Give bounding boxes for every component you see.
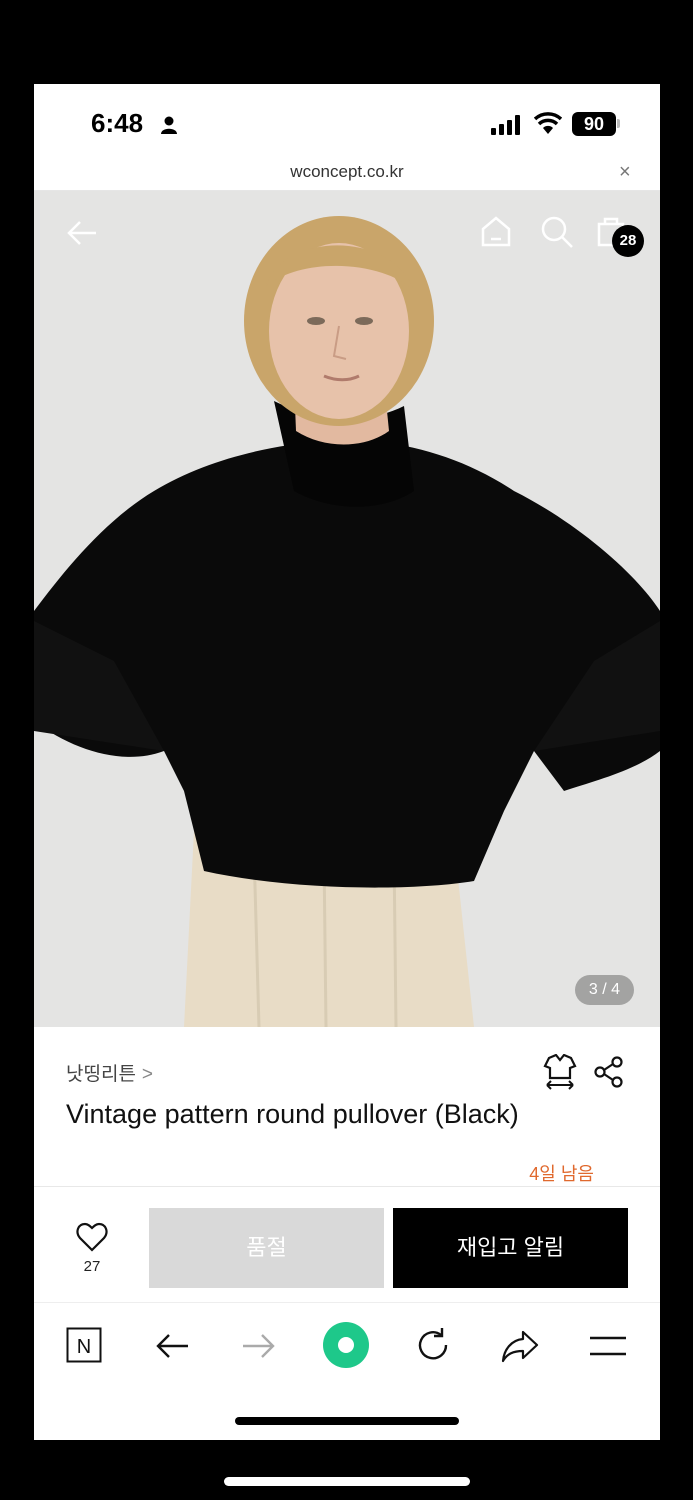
like-count: 27 xyxy=(83,1258,101,1275)
divider xyxy=(34,1186,660,1187)
product-image[interactable]: 28 3 / 4 xyxy=(34,191,660,1027)
product-title: Vintage pattern round pullover (Black) xyxy=(66,1099,519,1129)
share-arrow-icon[interactable] xyxy=(501,1328,539,1364)
status-time: 6:48 xyxy=(91,108,144,138)
share-icon[interactable] xyxy=(594,1056,624,1088)
brand-name[interactable]: 낫띵리튼 xyxy=(66,1064,136,1085)
reload-icon[interactable] xyxy=(414,1326,452,1364)
menu-icon[interactable] xyxy=(589,1334,627,1358)
divider xyxy=(34,1302,660,1303)
like-button[interactable]: 27 xyxy=(72,1222,112,1275)
cart-count-badge[interactable]: 28 xyxy=(612,225,644,257)
green-dot-icon[interactable] xyxy=(322,1321,370,1369)
url-bar[interactable]: wconcept.co.kr × xyxy=(34,156,660,191)
close-icon[interactable]: × xyxy=(619,161,631,184)
chevron-right-icon: > xyxy=(141,1064,154,1085)
outer-home-indicator xyxy=(224,1477,470,1486)
model-photo xyxy=(34,191,660,1027)
back-arrow-icon[interactable] xyxy=(66,217,98,249)
search-icon[interactable] xyxy=(540,215,574,249)
phone-screen: 6:48 90 wconcept.co.kr × 28 3 / 4 낫띵리튼 >… xyxy=(34,84,660,1440)
status-bar: 6:48 90 xyxy=(34,84,660,164)
fit-icon[interactable] xyxy=(543,1054,577,1090)
svg-text:N: N xyxy=(77,1336,91,1358)
signal-icon xyxy=(491,115,520,135)
restock-alert-button[interactable]: 재입고 알림 xyxy=(393,1208,628,1288)
person-icon xyxy=(161,116,177,134)
naver-home-icon[interactable]: N xyxy=(66,1327,102,1363)
home-indicator xyxy=(235,1417,459,1425)
forward-icon[interactable] xyxy=(241,1328,277,1364)
wifi-icon xyxy=(534,112,562,134)
brand-link[interactable]: 낫띵리튼 > xyxy=(66,1059,153,1087)
home-icon[interactable] xyxy=(480,215,512,247)
battery-indicator: 90 xyxy=(572,112,616,136)
sold-out-button[interactable]: 품절 xyxy=(149,1208,384,1288)
url-text[interactable]: wconcept.co.kr xyxy=(34,162,660,182)
days-left-label: 4일 남음 xyxy=(529,1164,594,1184)
image-counter: 3 / 4 xyxy=(575,975,634,1005)
heart-icon[interactable] xyxy=(76,1222,108,1252)
back-icon[interactable] xyxy=(154,1328,190,1364)
battery-tip xyxy=(617,119,620,128)
